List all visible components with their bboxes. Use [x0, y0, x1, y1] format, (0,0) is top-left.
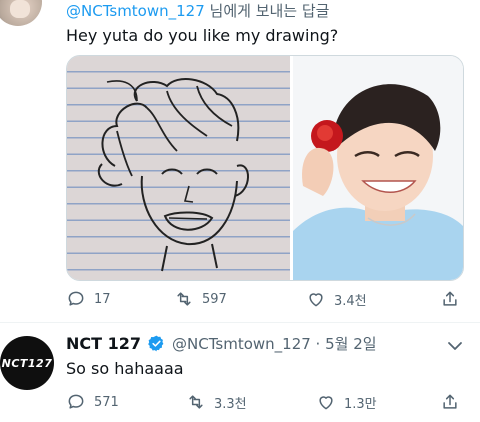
retweet-button[interactable]: 597 [174, 289, 227, 309]
reply-count: 17 [94, 291, 111, 307]
reply-icon [68, 291, 84, 306]
reply-context: @NCTsmtown_127 님에게 보내는 답글 [66, 0, 329, 21]
like-count: 3.4천 [334, 293, 367, 309]
avatar[interactable] [0, 0, 42, 26]
avatar-logo-text: NCT127 [1, 356, 53, 370]
like-button[interactable]: 1.3만 [316, 392, 377, 412]
retweet-count: 597 [202, 291, 227, 307]
drawing-photo[interactable] [67, 56, 290, 280]
reply-suffix: 님에게 보내는 답글 [204, 2, 330, 20]
display-name[interactable]: NCT 127 [66, 334, 141, 353]
like-count: 1.3만 [344, 396, 377, 412]
nct-avatar[interactable]: NCT127 [0, 336, 54, 390]
share-icon [443, 394, 457, 409]
tweet-text: Hey yuta do you like my drawing? [66, 26, 339, 45]
share-button[interactable] [440, 289, 460, 309]
share-icon [443, 291, 457, 306]
like-icon [319, 396, 333, 410]
tweet-text: So so hahaaaa [66, 359, 184, 378]
portrait-photo[interactable] [293, 56, 463, 280]
tweet-media[interactable] [66, 55, 464, 281]
reply-handle-link[interactable]: @NCTsmtown_127 [66, 2, 205, 20]
reply-count: 571 [94, 394, 119, 410]
tweet-header: NCT 127 @NCTsmtown_127 · 5월 2일 [66, 333, 377, 354]
tweet-actions: 571 3.3천 1.3만 [66, 392, 462, 414]
retweet-button[interactable]: 3.3천 [186, 392, 247, 412]
retweet-icon [189, 395, 203, 409]
share-button[interactable] [440, 392, 460, 412]
portrait-illustration [293, 56, 463, 280]
like-icon [309, 293, 323, 307]
divider [0, 322, 480, 323]
drawing-illustration [97, 78, 249, 272]
reply-button[interactable]: 571 [66, 392, 119, 412]
retweet-count: 3.3천 [214, 396, 247, 412]
like-button[interactable]: 3.4천 [306, 289, 367, 309]
reply-button[interactable]: 17 [66, 289, 111, 309]
more-icon[interactable] [446, 340, 464, 352]
verified-icon [148, 335, 164, 352]
reply-icon [68, 394, 84, 409]
handle-and-date[interactable]: @NCTsmtown_127 · 5월 2일 [172, 333, 377, 354]
tweet-actions: 17 597 3.4천 [66, 289, 462, 311]
retweet-icon [177, 292, 191, 306]
